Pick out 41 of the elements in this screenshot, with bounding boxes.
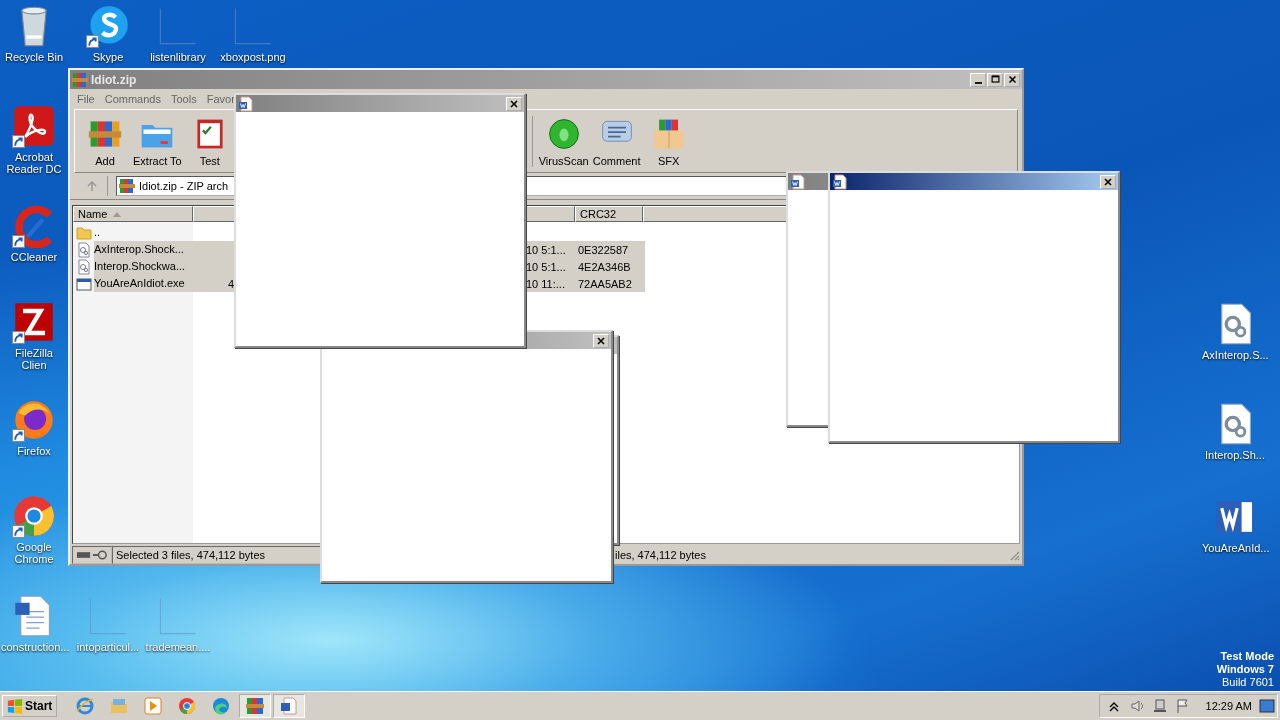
modified-date: 10 5:1...	[526, 243, 566, 256]
column-header[interactable]: CRC32	[575, 206, 643, 222]
icon-label[interactable]: Acrobat Reader DC	[1, 151, 67, 175]
column-header[interactable]: Name	[73, 206, 193, 222]
crc-value: 0E322587	[578, 243, 629, 256]
icon-label[interactable]: listenlibrary	[150, 51, 206, 63]
toolbar-button[interactable]: Test	[183, 115, 236, 167]
icon-label[interactable]: CCleaner	[10, 251, 58, 263]
toolbar-button[interactable]: Add	[79, 115, 131, 167]
icon-label[interactable]: Recycle Bin	[4, 51, 64, 63]
system-text: Windows 7	[1216, 663, 1274, 676]
icon-label[interactable]: Interop.Sh...	[1205, 449, 1265, 461]
file-name: AxInterop.Shock...	[94, 242, 185, 257]
icon-label[interactable]: AxInterop.S...	[1202, 349, 1268, 361]
icon-label[interactable]: xboxpost.png	[220, 51, 286, 63]
toolbar-button[interactable]: Comment	[590, 115, 643, 167]
status-text: iles, 474,112 bytes	[614, 548, 707, 563]
file-row[interactable]: ..	[73, 224, 645, 241]
file-size: 4	[227, 277, 234, 290]
window-title: Idiot.zip	[91, 72, 138, 87]
icon-label[interactable]: Skype	[92, 51, 124, 63]
toolbar-button[interactable]: SFX	[642, 115, 695, 167]
file-name: Interop.Shockwa...	[94, 259, 187, 274]
menu-item[interactable]: File	[72, 93, 100, 105]
crc-value: 4E2A346B	[578, 260, 631, 273]
start-button[interactable]: Start	[2, 695, 58, 717]
system-text: Build 7601	[1222, 676, 1274, 689]
toolbar-button[interactable]: VirusScan	[531, 115, 591, 167]
toolbar-button[interactable]: Extract To	[131, 115, 184, 167]
clock[interactable]: 12:29 AM	[1205, 700, 1252, 712]
file-name: YouAreAnIdiot.exe	[94, 276, 186, 291]
modified-date: 10 11:...	[526, 277, 565, 290]
file-name: ..	[94, 225, 102, 240]
crc-value: 72AA5AB2	[578, 277, 632, 290]
icon-label[interactable]: FileZilla Clien	[1, 347, 67, 371]
modified-date: 10 5:1...	[526, 260, 566, 273]
system-text: Test Mode	[1220, 650, 1274, 663]
menu-item[interactable]: Tools	[166, 93, 202, 105]
icon-label[interactable]: YouAreAnId...	[1202, 542, 1268, 554]
icon-label[interactable]: Firefox	[17, 445, 51, 457]
menu-item[interactable]: Commands	[99, 93, 166, 105]
